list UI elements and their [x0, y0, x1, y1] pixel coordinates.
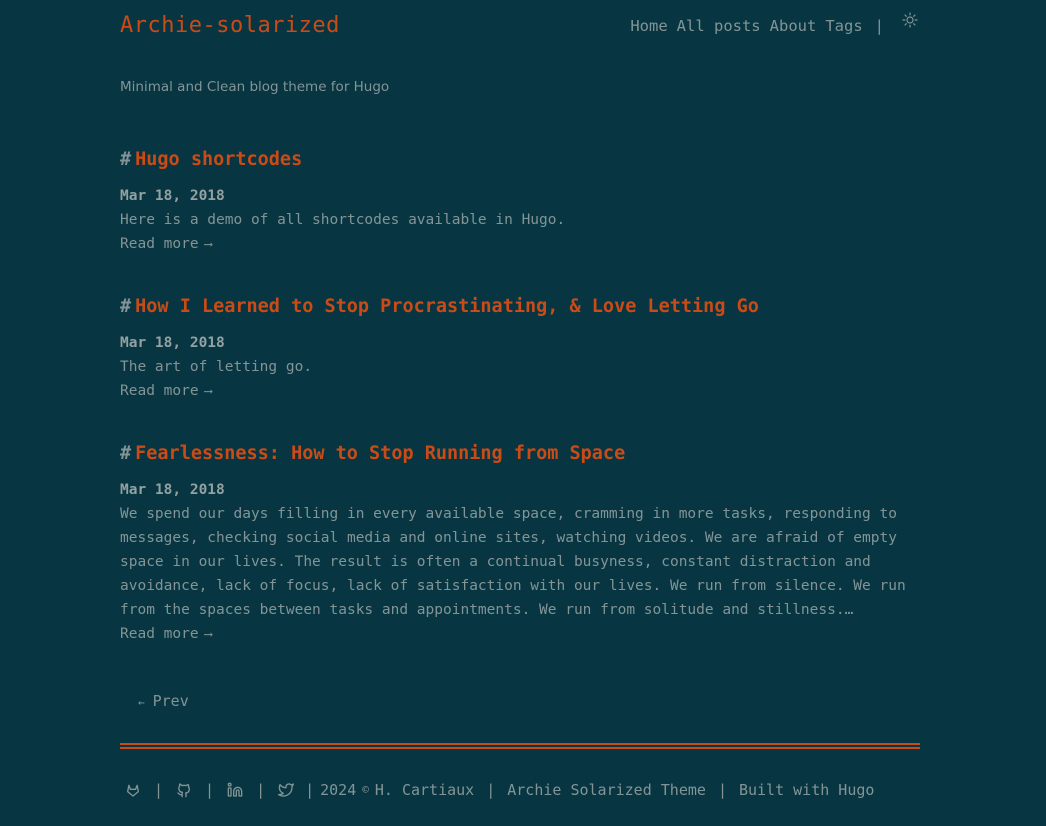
footer-separator: |: [205, 781, 215, 799]
arrow-right-icon: ⟶: [204, 384, 212, 398]
copyright-author: H. Cartiaux: [374, 781, 475, 799]
pagination: ← Prev: [138, 690, 189, 714]
sun-icon: [902, 12, 918, 34]
post-list-item: # Hugo shortcodes Mar 18, 2018 Here is a …: [120, 146, 920, 256]
read-more-link[interactable]: Read more ⟶: [120, 622, 212, 646]
post-title: # Hugo shortcodes: [120, 146, 920, 174]
footer-separator: |: [717, 781, 727, 799]
prev-page-link[interactable]: ← Prev: [138, 692, 189, 710]
site-tagline: Minimal and Clean blog theme for Hugo: [120, 79, 390, 95]
main-nav: Home All posts About Tags |: [630, 12, 920, 37]
post-list-item: # How I Learned to Stop Procrastinating, …: [120, 293, 920, 403]
post-summary: We spend our days filling in every avail…: [120, 506, 906, 618]
post-title-hash: #: [120, 149, 132, 170]
footer-separator: |: [154, 781, 164, 799]
read-more-link[interactable]: Read more ⟶: [120, 232, 212, 256]
post-title-link[interactable]: How I Learned to Stop Procrastinating, &…: [135, 296, 759, 317]
post-summary: Here is a demo of all shortcodes availab…: [120, 212, 566, 228]
gitlab-icon[interactable]: [124, 781, 142, 799]
post-date: Mar 18, 2018: [120, 482, 225, 498]
post-title: # How I Learned to Stop Procrastinating, …: [120, 293, 920, 321]
read-more-label: Read more: [120, 626, 199, 642]
nav-item-about[interactable]: About: [770, 15, 817, 37]
post-date: Mar 18, 2018: [120, 335, 225, 351]
nav-separator: |: [874, 17, 884, 35]
footer-separator: |: [305, 781, 315, 799]
built-with-hugo-link[interactable]: Built with Hugo: [739, 779, 874, 801]
theme-credit-link[interactable]: Archie Solarized Theme: [507, 779, 706, 801]
read-more-label: Read more: [120, 383, 199, 399]
arrow-right-icon: ⟶: [204, 627, 212, 641]
site-footer: | | | | 2024 © H. Cartiaux | Archie Sola…: [124, 779, 874, 801]
theme-toggle-button[interactable]: [900, 12, 920, 34]
post-list-item: # Fearlessness: How to Stop Running from …: [120, 440, 920, 646]
arrow-left-icon: ←: [138, 696, 145, 709]
post-title-hash: #: [120, 296, 132, 317]
post-title-hash: #: [120, 443, 132, 464]
footer-divider: [120, 743, 920, 749]
prev-page-label: Prev: [152, 692, 189, 710]
footer-separator: |: [256, 781, 266, 799]
site-title-link[interactable]: Archie-solarized: [120, 11, 340, 41]
twitter-icon[interactable]: [277, 781, 295, 799]
post-title: # Fearlessness: How to Stop Running from …: [120, 440, 920, 468]
post-title-link[interactable]: Hugo shortcodes: [135, 149, 302, 170]
linkedin-icon[interactable]: [226, 781, 244, 799]
arrow-right-icon: ⟶: [204, 237, 212, 251]
footer-separator: |: [486, 781, 496, 799]
copyright-symbol: ©: [362, 783, 369, 796]
github-icon[interactable]: [175, 781, 193, 799]
nav-item-all-posts[interactable]: All posts: [677, 15, 761, 37]
read-more-label: Read more: [120, 236, 199, 252]
copyright-year: 2024: [320, 781, 357, 799]
post-summary: The art of letting go.: [120, 359, 313, 375]
post-title-link[interactable]: Fearlessness: How to Stop Running from S…: [135, 443, 625, 464]
read-more-link[interactable]: Read more ⟶: [120, 379, 212, 403]
post-date: Mar 18, 2018: [120, 188, 225, 204]
nav-item-tags[interactable]: Tags: [825, 15, 862, 37]
nav-item-home[interactable]: Home: [630, 15, 667, 37]
